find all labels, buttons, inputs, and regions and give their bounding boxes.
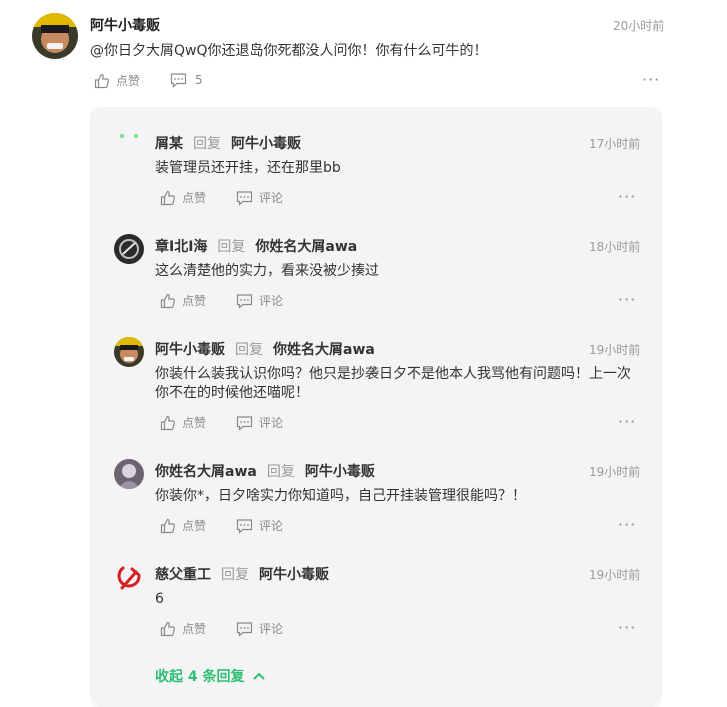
reply-avatar[interactable] [114,459,144,489]
reply-like-button[interactable]: 点赞 [160,517,206,534]
thumbs-up-icon [160,293,175,308]
comment-label: 评论 [259,416,284,430]
comment-author[interactable]: 阿牛小毒贩 [90,15,160,35]
comment-icon [236,190,253,206]
reply-word: 回复 [235,342,263,358]
reply-time: 19小时前 [589,568,641,582]
reply-header: 你姓名大屑awa 回复 阿牛小毒贩 [155,461,375,481]
hammer-sickle-icon [117,566,141,590]
reply-target[interactable]: 阿牛小毒贩 [231,133,301,153]
comment-icon [170,73,187,88]
reply-count-button[interactable]: 5 [170,72,203,88]
reply-like-button[interactable]: 点赞 [160,414,206,431]
reply-comment-button[interactable]: 评论 [236,517,283,534]
more-options-button[interactable]: ··· [642,70,660,89]
chevron-up-icon [252,672,265,680]
reply-comment-button[interactable]: 评论 [236,620,283,637]
reply-target[interactable]: 阿牛小毒贩 [259,564,329,584]
like-label: 点赞 [182,416,207,430]
comment-label: 评论 [259,622,284,636]
reply-avatar[interactable] [114,562,144,592]
reply-word: 回复 [266,464,295,480]
reply-author[interactable]: 慈父重工 [155,564,211,584]
reply-more-button[interactable]: ··· [618,290,636,309]
reply-like-button[interactable]: 点赞 [160,620,206,637]
comment-icon [236,293,253,309]
like-label: 点赞 [182,191,207,205]
reply-author[interactable]: 屑某 [155,133,183,153]
like-label: 点赞 [182,294,207,308]
like-button[interactable]: 点赞 [94,72,140,89]
reply-like-button[interactable]: 点赞 [160,292,206,309]
reply-target[interactable]: 你姓名大屑awa [273,339,375,359]
reply-avatar[interactable] [114,234,144,264]
reply-header: 屑某 回复 阿牛小毒贩 [155,133,301,153]
reply-comment-button[interactable]: 评论 [236,292,283,309]
comment-time: 20小时前 [613,19,665,33]
comment-label: 评论 [259,294,284,308]
thumbs-up-icon [160,518,175,533]
thumbs-up-icon [94,73,109,88]
reply-text: 你装你*，日夕啥实力你知道吗，自己开挂装管理很能吗？！ [155,488,526,504]
reply-text: 装管理员还开挂，还在那里bb [155,160,341,176]
thumbs-up-icon [160,415,175,430]
reply-word: 回复 [193,136,221,152]
comment-icon [236,621,253,637]
comment-label: 评论 [259,519,284,533]
reply-target[interactable]: 阿牛小毒贩 [305,461,375,481]
reply-text: 6 [155,591,164,607]
thumbs-up-icon [160,621,175,636]
author-avatar[interactable] [32,13,78,59]
reply-count: 5 [195,73,203,87]
collapse-replies-button[interactable]: 收起 4 条回复 [155,666,265,686]
comment-label: 评论 [259,191,284,205]
reply-more-button[interactable]: ··· [618,412,636,431]
like-label: 点赞 [182,622,207,636]
reply-more-button[interactable]: ··· [618,618,636,637]
reply-author[interactable]: 章I北I海 [155,236,207,256]
reply-time: 19小时前 [589,343,641,357]
like-label: 点赞 [182,519,207,533]
like-label: 点赞 [116,74,141,88]
reply-avatar[interactable] [114,132,144,162]
reply-text: 这么清楚他的实力，看来没被少揍过 [155,263,379,279]
reply-word: 回复 [221,567,249,583]
reply-target[interactable]: 你姓名大屑awa [255,236,357,256]
thumbs-up-icon [160,190,175,205]
reply-header: 章I北I海 回复 你姓名大屑awa [155,236,357,256]
reply-author[interactable]: 阿牛小毒贩 [155,339,225,359]
comment-icon [236,415,253,431]
reply-time: 17小时前 [589,137,641,151]
reply-text-line-2: 你不在的时候他还喵呢！ [155,385,309,401]
reply-word: 回复 [217,239,246,255]
reply-comment-button[interactable]: 评论 [236,414,283,431]
comment-text: @你日夕大屑QwQ你还退岛你死都没人问你！你有什么可牛的！ [90,43,488,59]
reply-more-button[interactable]: ··· [618,187,636,206]
reply-header: 慈父重工 回复 阿牛小毒贩 [155,564,329,584]
reply-author[interactable]: 你姓名大屑awa [155,461,257,481]
reply-like-button[interactable]: 点赞 [160,189,206,206]
comment-icon [236,518,253,534]
reply-time: 18小时前 [589,240,641,254]
reply-more-button[interactable]: ··· [618,515,636,534]
reply-time: 19小时前 [589,465,641,479]
reply-comment-button[interactable]: 评论 [236,189,283,206]
collapse-label: 收起 4 条回复 [155,669,245,685]
reply-header: 阿牛小毒贩 回复 你姓名大屑awa [155,339,375,359]
reply-avatar[interactable] [114,337,144,367]
